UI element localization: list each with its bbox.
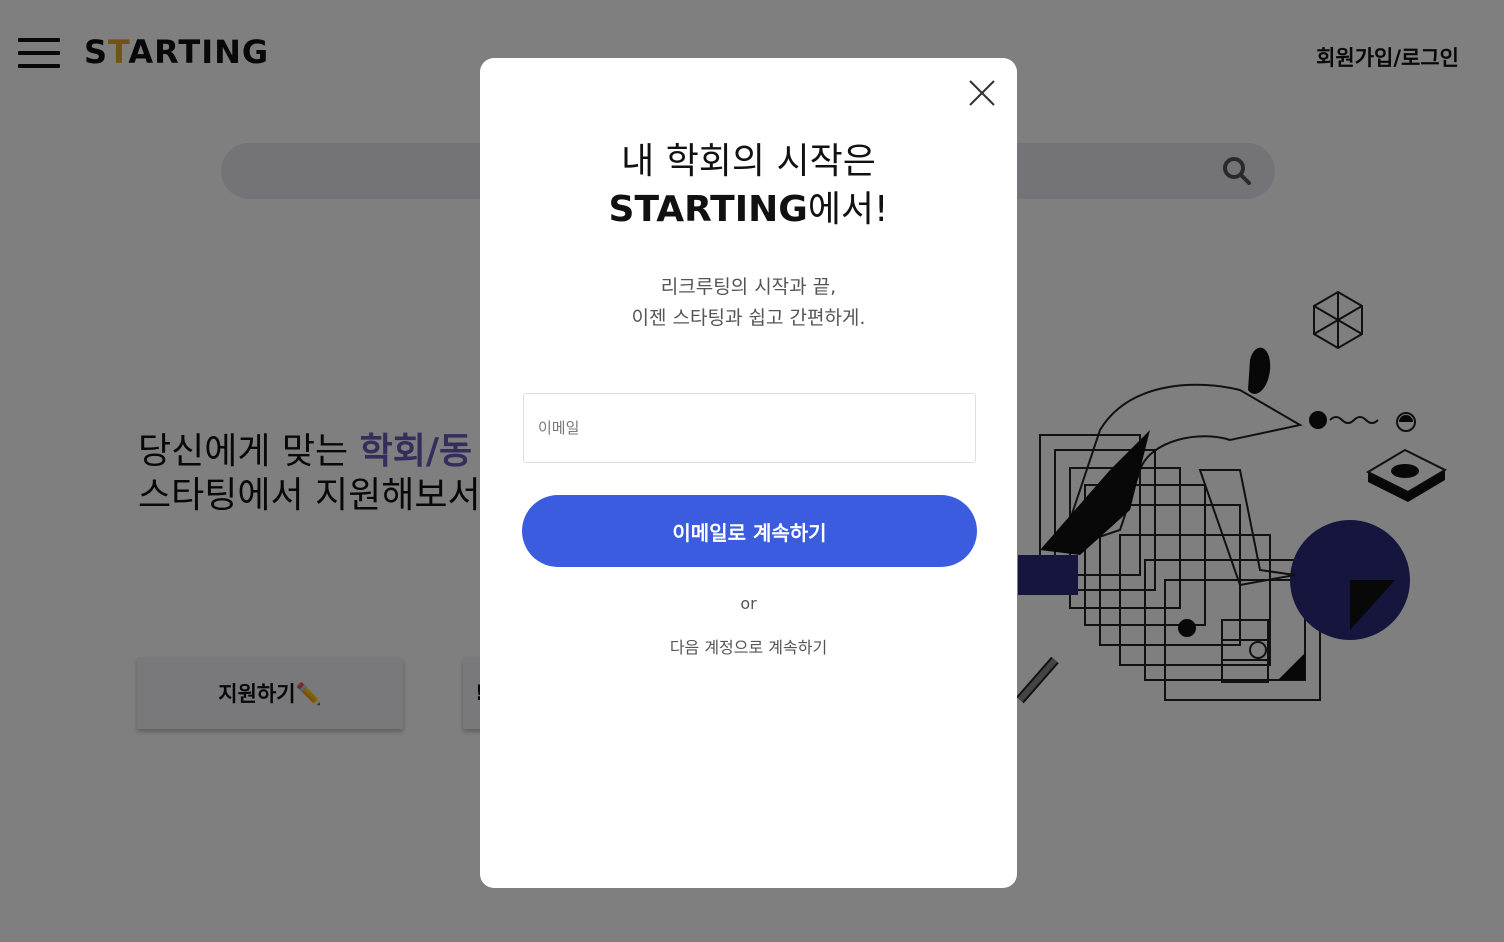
login-modal: 내 학회의 시작은 STARTING에서! 리크루팅의 시작과 끝, 이젠 스타…: [480, 58, 1017, 888]
or-divider: or: [740, 594, 757, 613]
modal-title: 내 학회의 시작은 STARTING에서!: [608, 141, 889, 230]
continue-with-other-accounts-link[interactable]: 다음 계정으로 계속하기: [480, 634, 1017, 658]
email-field[interactable]: [523, 393, 976, 463]
modal-subtitle: 리크루팅의 시작과 끝, 이젠 스타팅과 쉽고 간편하게.: [631, 276, 866, 329]
continue-with-email-button[interactable]: 이메일로 계속하기: [522, 495, 977, 567]
close-icon[interactable]: [967, 78, 997, 108]
